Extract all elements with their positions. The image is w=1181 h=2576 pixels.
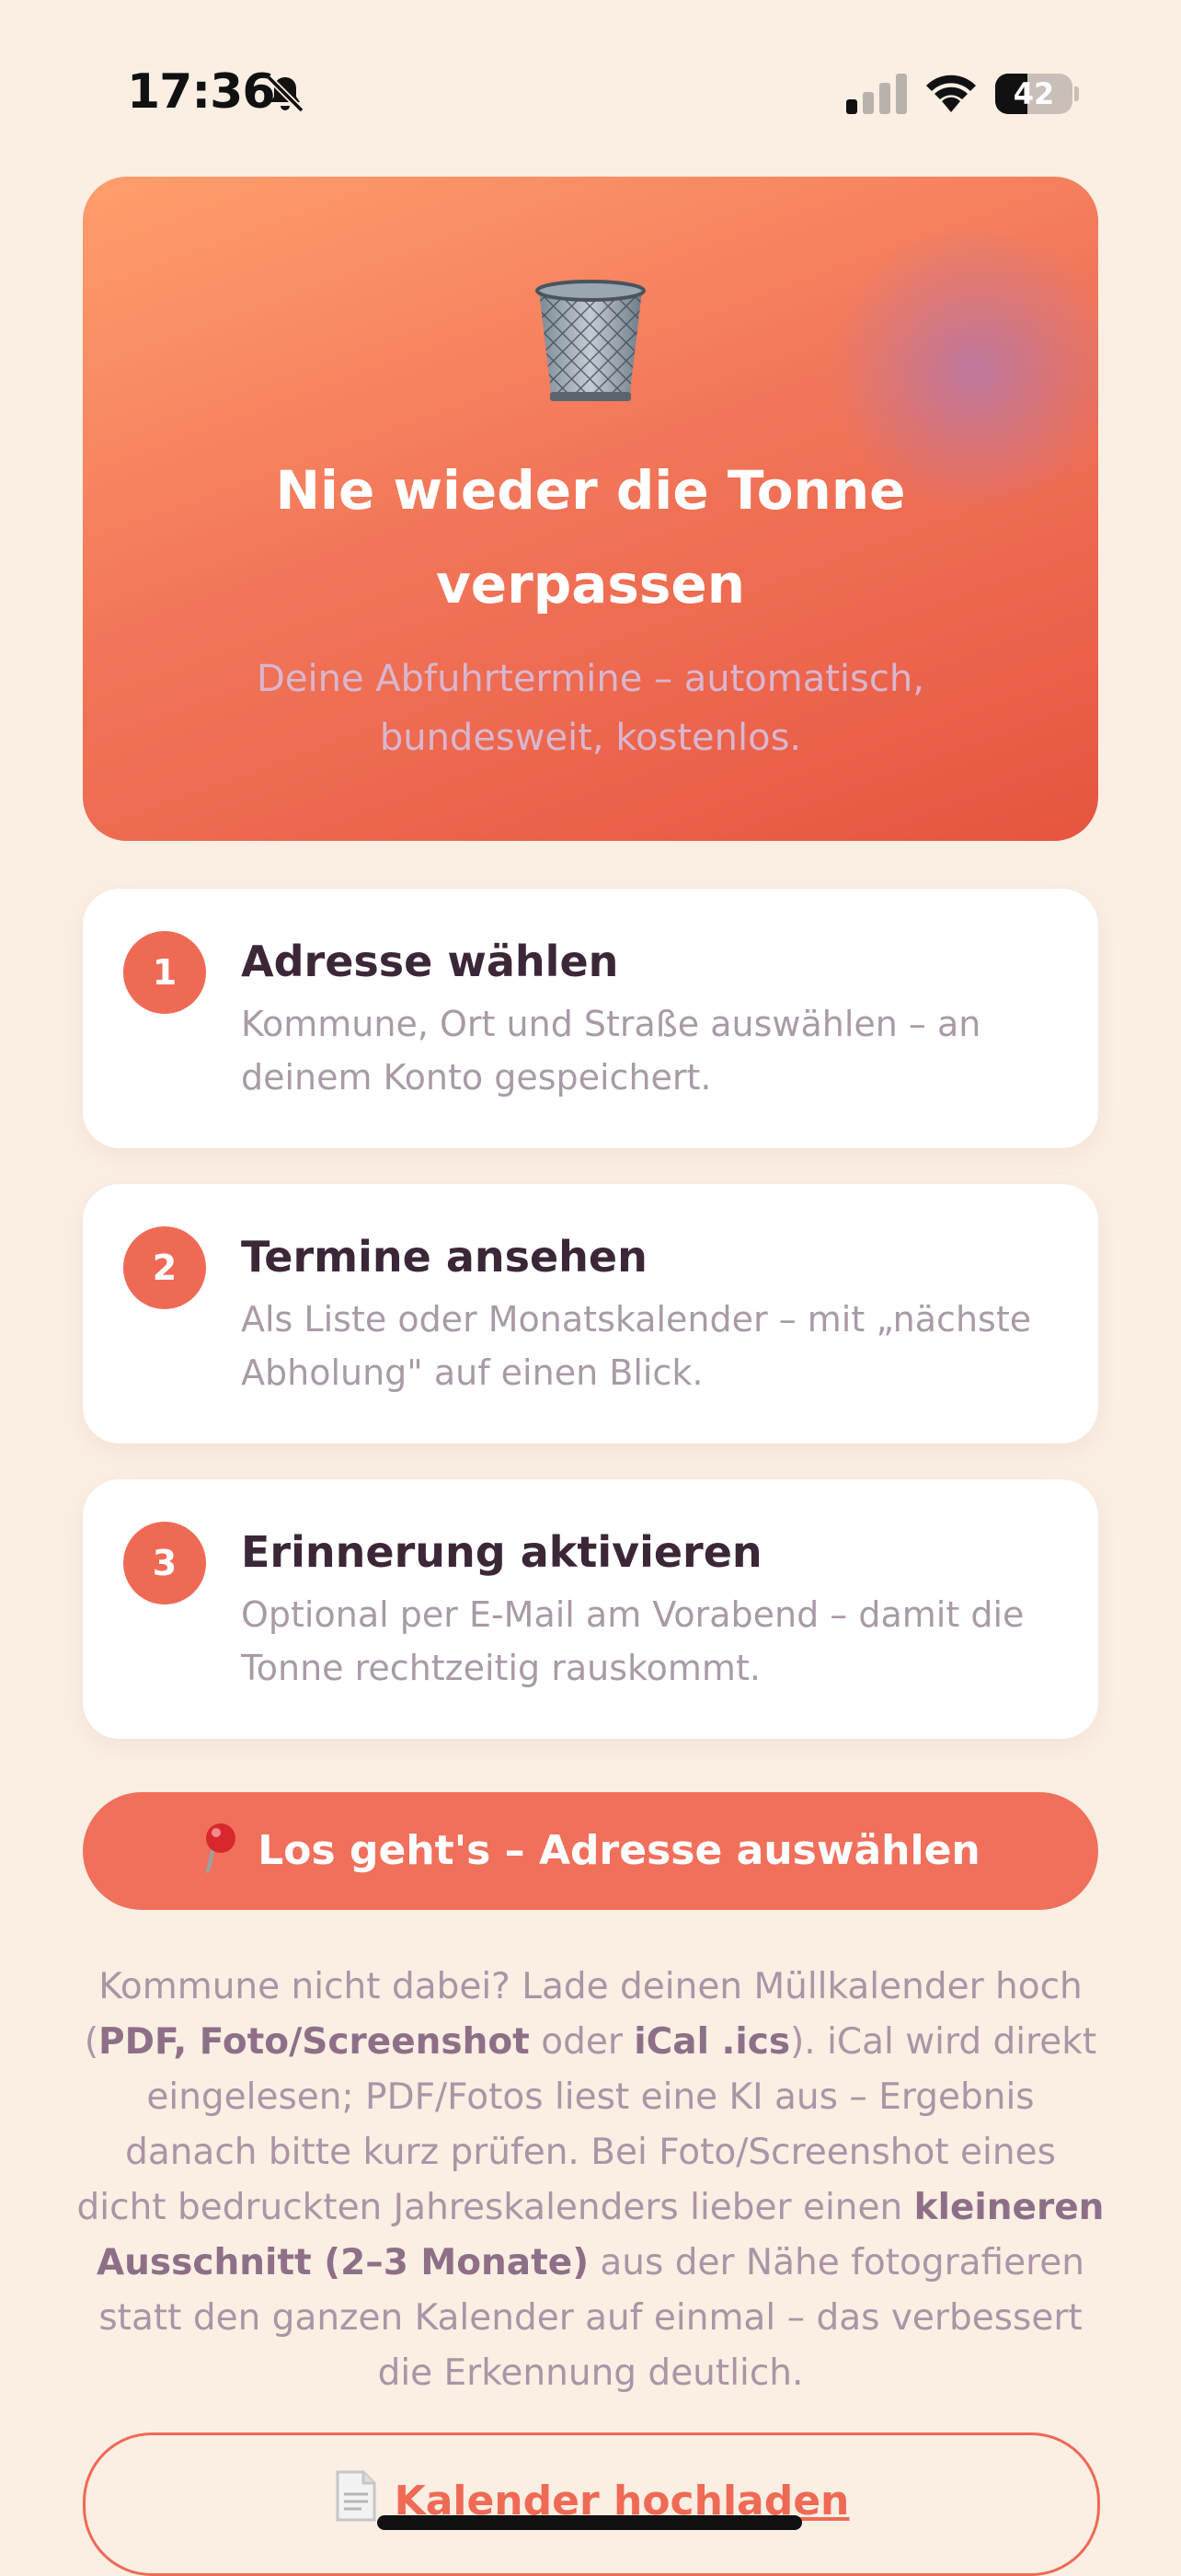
wastebasket-icon [535,280,646,401]
hero-title: Nie wieder die Tonne verpassen [275,459,906,615]
start-address-button[interactable]: Los geht's – Adresse auswählen [83,1792,1098,1910]
step-number-badge: 1 [123,931,206,1014]
step-number-badge: 3 [123,1522,206,1604]
hero-banner: Nie wieder die Tonne verpassen Deine Abf… [83,177,1098,841]
battery-indicator: 42 [995,74,1079,114]
status-time: 17:36 [127,64,276,120]
home-indicator[interactable] [377,2515,802,2530]
step-description: Optional per E-Mail am Vorabend – damit … [241,1594,1025,1688]
step-title: Adresse wählen [241,937,619,986]
step-title: Termine ansehen [241,1232,648,1282]
start-address-label: Los geht's – Adresse auswählen [258,1827,980,1874]
cellular-signal-icon [846,74,907,114]
step-number-badge: 2 [123,1226,206,1309]
wifi-icon [926,75,976,112]
bell-muted-icon [266,75,304,113]
info-text-part: oder [529,2021,635,2063]
step-card-dates: 2 Termine ansehen Als Liste oder Monatsk… [83,1184,1098,1443]
info-bold-ical: iCal .ics [634,2021,791,2063]
battery-percent: 42 [1013,76,1055,111]
pin-icon [206,1823,236,1873]
step-description: Als Liste oder Monatskalender – mit „näc… [241,1299,1032,1393]
battery-body: 42 [995,74,1072,114]
upload-info-text: Kommune nicht dabei? Lade deinen Müllkal… [75,1960,1106,2401]
upload-calendar-button[interactable]: Kalender hochladen [83,2432,1100,2576]
document-icon [336,2470,376,2522]
step-description: Kommune, Ort und Straße auswählen – an d… [241,1004,981,1098]
hero-subtitle: Deine Abfuhrtermine – automatisch, bunde… [257,658,924,759]
step-title: Erinnerung aktivieren [241,1527,762,1577]
status-bar: 17:36 42 [0,0,1181,184]
step-card-reminder: 3 Erinnerung aktivieren Optional per E-M… [83,1479,1098,1739]
step-card-address: 1 Adresse wählen Kommune, Ort und Straße… [83,889,1098,1148]
info-bold-formats: PDF, Foto/Screenshot [98,2021,530,2063]
battery-cap [1074,86,1079,101]
